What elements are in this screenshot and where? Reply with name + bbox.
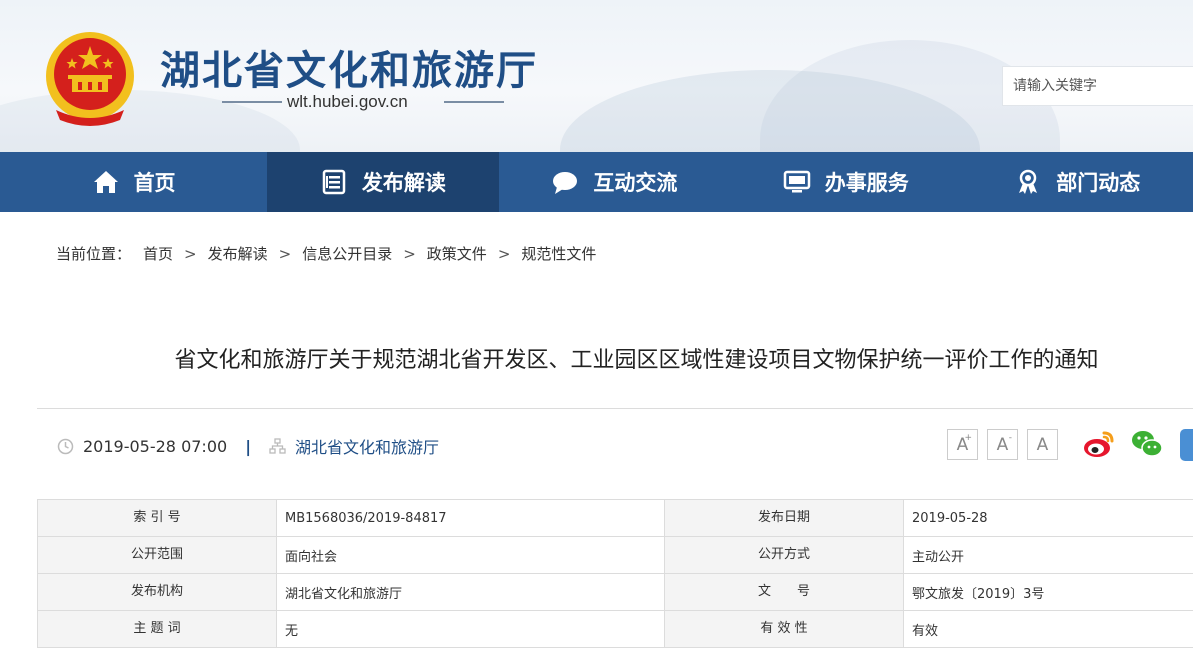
chat-bubble-icon [553, 172, 578, 194]
font-decrease-sup: - [1008, 433, 1012, 443]
domain-left-rule [222, 101, 282, 103]
font-reset-label: A [1036, 434, 1049, 455]
main-nav: 首页 发布解读 互动交流 办事服务 部门动态 [0, 152, 1193, 212]
breadcrumb: 当前位置： 首页 > 发布解读 > 信息公开目录 > 政策文件 > 规范性文件 [56, 243, 596, 264]
publish-datetime: 2019-05-28 07:00 [83, 436, 228, 456]
weibo-icon[interactable] [1082, 427, 1116, 461]
font-increase-sup: + [964, 433, 972, 443]
search-input[interactable] [1003, 67, 1193, 105]
index-number-value: MB1568036/2019-84817 [276, 499, 665, 537]
title-divider [37, 408, 1193, 409]
table-row: 主 题 词 无 有 效 性 有效 [37, 610, 1193, 648]
org-chart-icon [269, 437, 286, 454]
nav-label: 办事服务 [824, 171, 909, 195]
issuing-agency-value: 湖北省文化和旅游厅 [276, 573, 665, 611]
breadcrumb-publish[interactable]: 发布解读 [208, 243, 268, 264]
award-ribbon-icon [1019, 169, 1038, 194]
wechat-icon[interactable] [1130, 427, 1164, 461]
subject-words-label: 主 题 词 [37, 610, 277, 648]
nav-item-home[interactable]: 首页 [0, 152, 267, 212]
nav-label: 互动交流 [593, 171, 678, 195]
disclosure-scope-label: 公开范围 [37, 536, 277, 574]
breadcrumb-prefix: 当前位置： [56, 245, 132, 263]
disclosure-scope-value: 面向社会 [276, 536, 665, 574]
validity-value: 有效 [903, 610, 1193, 648]
document-number-label: 文 号 [664, 573, 904, 611]
document-list-icon [322, 169, 346, 195]
monitor-icon [783, 170, 811, 193]
validity-label: 有 效 性 [664, 610, 904, 648]
publish-date-label: 发布日期 [664, 499, 904, 537]
disclosure-method-label: 公开方式 [664, 536, 904, 574]
font-decrease-label: A [996, 434, 1009, 455]
breadcrumb-separator: > [497, 244, 511, 263]
document-info-table: 索 引 号 MB1568036/2019-84817 发布日期 2019-05-… [37, 499, 1193, 648]
site-header: 湖北省文化和旅游厅 wlt.hubei.gov.cn [0, 0, 1193, 152]
breadcrumb-separator: > [403, 244, 416, 263]
breadcrumb-normative[interactable]: 规范性文件 [521, 243, 596, 264]
breadcrumb-catalog[interactable]: 信息公开目录 [302, 243, 392, 264]
table-row: 公开范围 面向社会 公开方式 主动公开 [37, 536, 1193, 574]
meta-divider: | [245, 436, 252, 456]
font-reset-button[interactable]: A [1027, 429, 1058, 460]
publish-date-value: 2019-05-28 [903, 499, 1193, 537]
clock-icon [57, 438, 74, 454]
table-row: 发布机构 湖北省文化和旅游厅 文 号 鄂文旅发〔2019〕3号 [37, 573, 1193, 611]
article-title: 省文化和旅游厅关于规范湖北省开发区、工业园区区域性建设项目文物保护统一评价工作的… [174, 348, 1099, 373]
search-box [1002, 66, 1193, 106]
breadcrumb-home[interactable]: 首页 [143, 243, 173, 264]
issuing-agency-label: 发布机构 [37, 573, 277, 611]
domain-right-rule [444, 101, 504, 103]
subject-words-value: 无 [276, 610, 665, 648]
breadcrumb-policy[interactable]: 政策文件 [427, 243, 487, 264]
nav-item-department-news[interactable]: 部门动态 [962, 152, 1193, 212]
document-number-value: 鄂文旅发〔2019〕3号 [903, 573, 1193, 611]
nav-item-services[interactable]: 办事服务 [730, 152, 961, 212]
site-title: 湖北省文化和旅游厅 [160, 47, 538, 94]
font-decrease-button[interactable]: A - [987, 429, 1018, 460]
nav-label: 发布解读 [361, 171, 446, 195]
table-row: 索 引 号 MB1568036/2019-84817 发布日期 2019-05-… [37, 499, 1193, 537]
nav-item-publish[interactable]: 发布解读 [267, 152, 499, 212]
national-emblem-icon [46, 32, 134, 126]
breadcrumb-separator: > [278, 244, 292, 263]
share-more-button[interactable] [1180, 429, 1193, 461]
nav-label: 部门动态 [1056, 171, 1141, 195]
index-number-label: 索 引 号 [37, 499, 277, 537]
publisher-name: 湖北省文化和旅游厅 [295, 438, 440, 457]
font-size-controls: A + A - A [947, 429, 1067, 460]
font-increase-button[interactable]: A + [947, 429, 978, 460]
nav-label: 首页 [133, 171, 176, 195]
home-icon [93, 171, 118, 193]
site-domain: wlt.hubei.gov.cn [287, 92, 408, 111]
article-meta: 2019-05-28 07:00 | 湖北省文化和旅游厅 [57, 434, 439, 458]
breadcrumb-separator: > [184, 244, 197, 263]
nav-item-interaction[interactable]: 互动交流 [499, 152, 730, 212]
disclosure-method-value: 主动公开 [903, 536, 1193, 574]
